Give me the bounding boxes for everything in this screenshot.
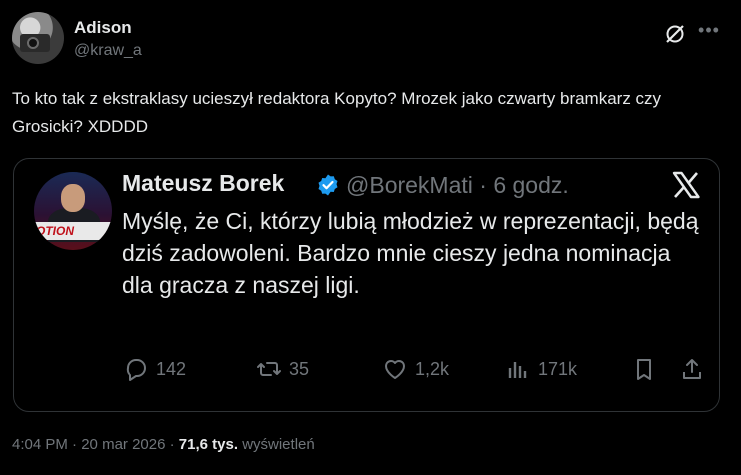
share-icon (683, 359, 701, 379)
author-handle[interactable]: @kraw_a (74, 42, 142, 60)
meta-separator: · (72, 436, 78, 453)
quoted-handle-time[interactable]: @BorekMati · 6 godz. (346, 172, 569, 199)
views-icon (508, 362, 527, 378)
tweet-text: To kto tak z ekstraklasy ucieszył redakt… (12, 89, 662, 136)
like-count: 1,2k (415, 358, 450, 379)
share-button[interactable] (678, 354, 706, 384)
repost-icon (257, 362, 281, 376)
tweet-time[interactable]: 4:04 PM (12, 436, 68, 453)
author-avatar[interactable] (12, 12, 64, 64)
tweet-header: Adison @kraw_a ••• (12, 10, 729, 66)
like-icon (385, 360, 405, 379)
author-name[interactable]: Adison (74, 18, 132, 38)
x-logo-icon (672, 171, 700, 199)
avatar-banner-text: OTION (34, 222, 112, 240)
views-total: 71,6 tys. (178, 436, 239, 453)
repost-button[interactable]: 35 (255, 354, 309, 384)
views-count: 171k (538, 358, 578, 379)
quoted-avatar[interactable]: OTION (34, 172, 112, 250)
tweet-meta: 4:04 PM · 20 mar 2026 · 71,6 tys. wyświe… (12, 436, 315, 453)
reply-button[interactable]: 142 (122, 354, 186, 384)
reply-icon (126, 359, 146, 381)
repost-count: 35 (289, 358, 310, 379)
like-button[interactable]: 1,2k (381, 354, 449, 384)
quoted-tweet[interactable]: OTION Mateusz Borek @BorekMati · 6 godz.… (13, 158, 720, 412)
views-button[interactable]: 171k (504, 354, 577, 384)
bookmark-button[interactable] (630, 354, 658, 384)
tweet-date[interactable]: 20 mar 2026 (81, 436, 165, 453)
views-label: wyświetleń (242, 436, 315, 453)
verified-icon (318, 174, 338, 196)
meta-separator: · (169, 436, 175, 453)
more-icon[interactable]: ••• (696, 20, 722, 44)
action-bar: 142 35 1,2k 171k (122, 354, 702, 384)
grok-icon[interactable] (663, 22, 687, 46)
reply-count: 142 (156, 358, 187, 379)
bookmark-icon (637, 359, 651, 380)
quoted-text: Myślę, że Ci, którzy lubią młodzież w re… (122, 208, 699, 298)
quoted-author-name[interactable]: Mateusz Borek (122, 170, 284, 197)
